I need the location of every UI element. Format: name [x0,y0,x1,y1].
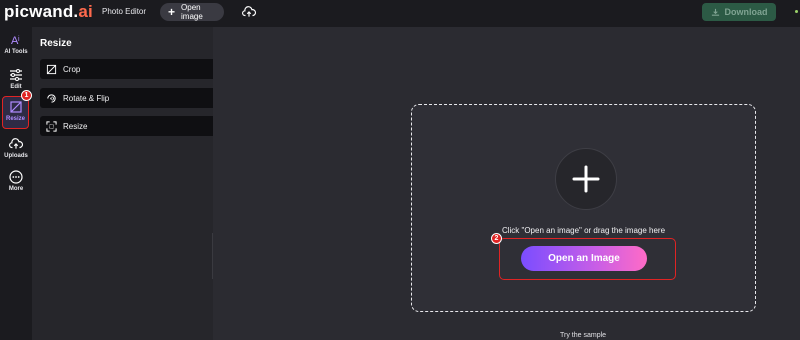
tool-resize[interactable]: Resize › [40,116,238,136]
logo[interactable]: picwand.ai [4,2,93,22]
download-button[interactable]: Download [702,3,776,21]
left-rail: A i AI Tools Edit Resize 1 Uploads More [0,27,32,340]
photo-editor-label[interactable]: Photo Editor [102,7,146,16]
rail-item-ai-tools[interactable]: A i AI Tools [0,33,32,63]
step-badge-1: 1 [21,90,32,101]
drop-hint-text: Click "Open an image" or drag the image … [501,226,666,235]
svg-text:i: i [18,36,20,43]
plus-icon: + [168,5,176,19]
resize-frame-icon [46,120,57,132]
rail-item-uploads[interactable]: Uploads [0,137,32,167]
open-image-top-label: Open image [181,3,203,21]
upload-cloud-icon [9,138,23,149]
open-an-image-button[interactable]: Open an Image [521,246,647,271]
sliders-icon [10,69,22,81]
open-image-top-button[interactable]: + Open image [160,3,224,21]
tool-rotate-flip[interactable]: Rotate & Flip › [40,88,238,108]
download-icon [711,8,719,16]
upload-cloud-icon[interactable] [242,6,256,18]
top-bar: picwand.ai Photo Editor + Open image Dow… [0,0,800,27]
plus-icon [572,165,600,193]
rail-item-more[interactable]: More [0,170,32,200]
try-sample-link[interactable]: Try the sample [560,332,606,339]
resize-icon [9,101,22,113]
more-icon [9,170,23,184]
status-dot [795,10,798,13]
tools-panel: Resize Crop › Rotate & Flip › Resize › [32,27,238,340]
add-image-circle[interactable] [555,148,617,210]
tool-crop[interactable]: Crop › [40,59,238,79]
step-badge-2: 2 [491,233,502,244]
rotate-flip-icon [47,93,56,103]
crop-icon [46,64,57,74]
ai-tools-icon: A i [11,35,20,47]
panel-title: Resize [40,38,72,49]
